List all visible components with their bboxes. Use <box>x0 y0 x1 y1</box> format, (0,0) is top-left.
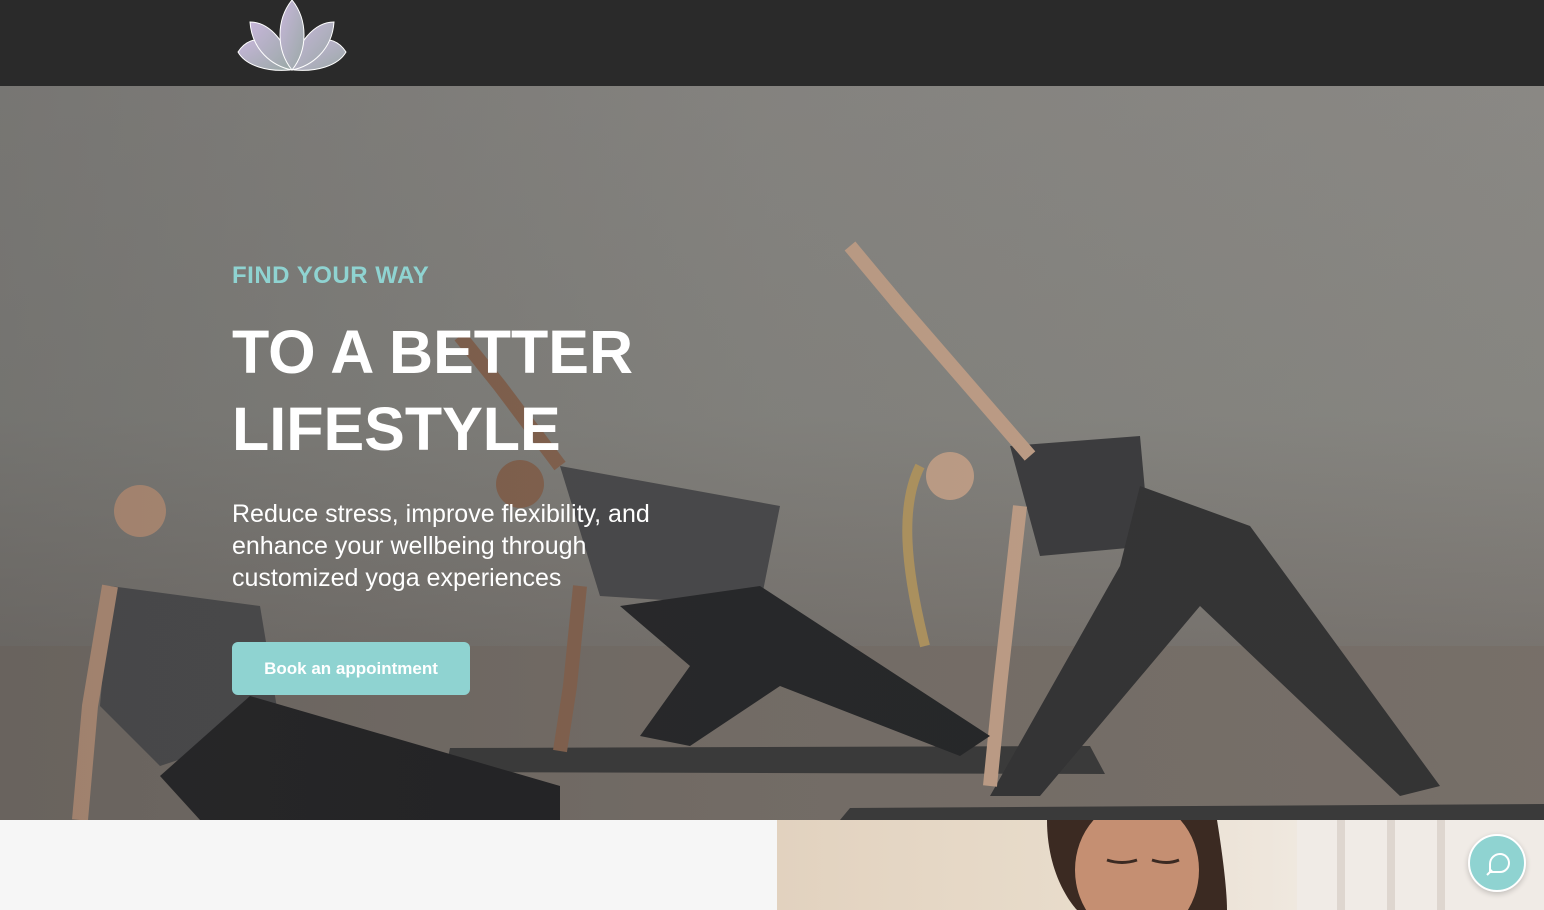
chat-button[interactable] <box>1468 834 1526 892</box>
chat-bubble-icon <box>1486 852 1511 876</box>
intro-image <box>777 820 1544 910</box>
meditation-photo <box>1047 820 1544 910</box>
hero-eyebrow: FIND YOUR WAY <box>232 262 430 289</box>
site-header <box>0 0 1544 86</box>
book-appointment-button[interactable]: Book an appointment <box>232 642 470 695</box>
hero-subtitle: Reduce stress, improve flexibility, and … <box>232 500 650 592</box>
logo[interactable] <box>232 0 352 74</box>
lotus-icon <box>237 0 347 71</box>
hero-headline: TO A BETTER LIFESTYLE <box>232 318 634 463</box>
intro-section <box>0 820 777 910</box>
